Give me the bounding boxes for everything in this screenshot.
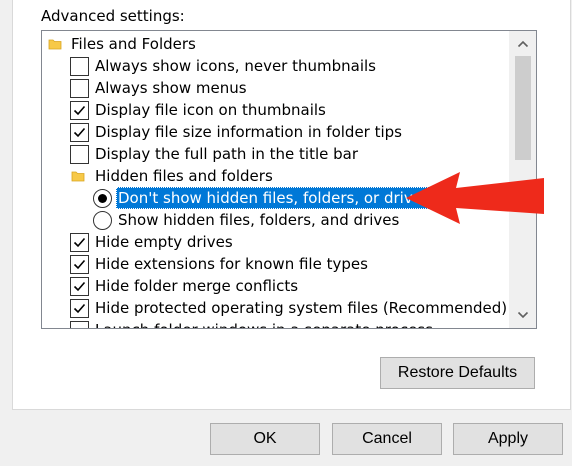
- checkbox-label: Launch folder windows in a separate proc…: [95, 319, 433, 328]
- folder-icon: [48, 39, 62, 50]
- checkbox-label: Always show icons, never thumbnails: [95, 57, 376, 75]
- checkbox-checked[interactable]: [70, 123, 89, 142]
- checkmark-icon: [73, 281, 86, 292]
- restore-defaults-button[interactable]: Restore Defaults: [380, 357, 535, 389]
- checkbox-display-full-path[interactable]: Display the full path in the title bar: [42, 143, 509, 165]
- checkbox-launch-separate-process[interactable]: Launch folder windows in a separate proc…: [42, 319, 509, 328]
- checkbox-label: Display file icon on thumbnails: [95, 101, 326, 119]
- tree-folder-files-and-folders[interactable]: Files and Folders: [42, 33, 509, 55]
- apply-button[interactable]: Apply: [453, 423, 563, 455]
- cancel-button[interactable]: Cancel: [332, 423, 442, 455]
- checkbox-hide-empty-drives[interactable]: Hide empty drives: [42, 231, 509, 253]
- radio-label-selected: Don't show hidden files, folders, or dri…: [116, 187, 432, 209]
- checkmark-icon: [73, 259, 86, 270]
- chevron-up-icon: [517, 40, 528, 48]
- checkbox-label: Display the full path in the title bar: [95, 145, 359, 163]
- checkbox-hide-extensions[interactable]: Hide extensions for known file types: [42, 253, 509, 275]
- checkbox-unchecked[interactable]: [70, 145, 89, 164]
- checkbox-checked[interactable]: [70, 277, 89, 296]
- checkbox-label: Hide folder merge conflicts: [95, 277, 299, 295]
- radio-selected[interactable]: [93, 189, 112, 208]
- checkbox-unchecked[interactable]: [70, 79, 89, 98]
- checkbox-hide-merge-conflicts[interactable]: Hide folder merge conflicts: [42, 275, 509, 297]
- scroll-thumb[interactable]: [515, 56, 531, 160]
- checkbox-checked[interactable]: [70, 233, 89, 252]
- checkmark-icon: [73, 303, 86, 314]
- checkbox-display-file-icon[interactable]: Display file icon on thumbnails: [42, 99, 509, 121]
- checkbox-hide-protected-os-files[interactable]: Hide protected operating system files (R…: [42, 297, 509, 319]
- folder-icon: [71, 171, 85, 182]
- checkbox-unchecked[interactable]: [70, 57, 89, 76]
- checkbox-label: Hide protected operating system files (R…: [95, 299, 508, 317]
- chevron-down-icon: [517, 311, 528, 319]
- checkbox-label: Always show menus: [95, 79, 247, 97]
- ok-button[interactable]: OK: [210, 423, 320, 455]
- checkbox-unchecked[interactable]: [70, 321, 89, 328]
- radio-dot: [98, 194, 107, 203]
- checkbox-label: Hide extensions for known file types: [95, 255, 368, 273]
- tree-folder-label: Files and Folders: [71, 35, 196, 53]
- checkmark-icon: [73, 127, 86, 138]
- radio-label: Show hidden files, folders, and drives: [118, 211, 400, 229]
- advanced-settings-label: Advanced settings:: [41, 7, 185, 25]
- checkmark-icon: [73, 105, 86, 116]
- checkbox-always-show-icons[interactable]: Always show icons, never thumbnails: [42, 55, 509, 77]
- checkmark-icon: [73, 237, 86, 248]
- radio-unselected[interactable]: [93, 211, 112, 230]
- scroll-down-button[interactable]: [509, 304, 536, 326]
- checkbox-display-file-size[interactable]: Display file size information in folder …: [42, 121, 509, 143]
- checkbox-always-show-menus[interactable]: Always show menus: [42, 77, 509, 99]
- scroll-up-button[interactable]: [509, 33, 536, 55]
- checkbox-checked[interactable]: [70, 299, 89, 318]
- tree-folder-label: Hidden files and folders: [95, 167, 273, 185]
- red-arrow-icon: [406, 172, 544, 224]
- checkbox-checked[interactable]: [70, 101, 89, 120]
- checkbox-checked[interactable]: [70, 255, 89, 274]
- checkbox-label: Hide empty drives: [95, 233, 233, 251]
- checkbox-label: Display file size information in folder …: [95, 123, 403, 141]
